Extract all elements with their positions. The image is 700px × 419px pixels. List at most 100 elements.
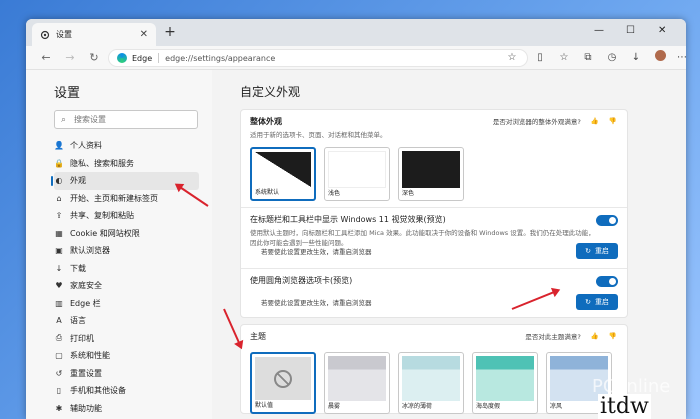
appearance-light[interactable]: 浅色 xyxy=(324,147,390,201)
theme-label: 冰凉的薄荷 xyxy=(402,403,433,410)
sidebar-item-label: 手机和其他设备 xyxy=(70,386,126,396)
sidebar-item[interactable]: ▣ 默认浏览器 xyxy=(54,242,199,260)
phone-icon: ▯ xyxy=(56,386,62,396)
sidebar-item[interactable]: 🔒 隐私、搜索和服务 xyxy=(54,155,199,173)
sidebar-item-label: 默认浏览器 xyxy=(70,246,110,256)
sidebar-list: 👤 个人资料 🔒 隐私、搜索和服务 ◐ 外观 ⌂ 开始、主页和新建标签页 ⇪ 共享、复制和粘贴 ▦ C… xyxy=(51,137,212,419)
downloads-icon[interactable]: ↓ xyxy=(628,50,644,66)
thumbs-up-icon[interactable]: 👍 xyxy=(591,332,599,340)
reset-icon: ↺ xyxy=(55,368,63,378)
new-tab-button[interactable]: + xyxy=(162,24,178,40)
sidebar-item[interactable]: ▯ 手机和其他设备 xyxy=(54,382,199,400)
url-input[interactable]: Edge edge://settings/appearance xyxy=(108,49,528,67)
sidebar-item[interactable]: ▦ Cookie 和网站权限 xyxy=(54,225,199,243)
system-icon: ▢ xyxy=(55,351,63,361)
maximize-button[interactable]: ☐ xyxy=(626,25,635,36)
theme-default[interactable]: 默认值 xyxy=(250,352,316,414)
history-icon[interactable]: ◷ xyxy=(604,50,620,66)
close-window-button[interactable]: ✕ xyxy=(658,25,666,36)
tab-settings[interactable]: 设置 ✕ xyxy=(32,23,156,46)
overall-feedback: 是否对浏览器的整体外观满意? 👍 👎 xyxy=(493,116,617,126)
sidebar-item-label: 家庭安全 xyxy=(70,281,102,291)
rounded-restart-button[interactable]: ↻ 重启 xyxy=(576,294,618,310)
thumbs-down-icon[interactable]: 👎 xyxy=(609,332,617,340)
no-theme-icon xyxy=(274,369,292,388)
thumbs-up-icon[interactable]: 👍 xyxy=(591,117,599,125)
sidebar-item[interactable]: ▥ Edge 栏 xyxy=(54,295,199,313)
thumbs-down-icon[interactable]: 👎 xyxy=(609,117,617,125)
person-icon: 👤 xyxy=(54,141,64,151)
refresh-icon: ↻ xyxy=(585,247,591,255)
sidebar-item-label: 打印机 xyxy=(70,333,94,343)
mica-restart-button[interactable]: ↻ 重启 xyxy=(576,243,618,259)
gear-icon xyxy=(40,30,50,39)
avatar[interactable] xyxy=(652,50,668,66)
appearance-card: 整体外观 适用于新的选项卡、页面、对话框和其他菜单。 是否对浏览器的整体外观满意… xyxy=(240,109,628,318)
theme-island-getaway[interactable]: 海岛度假 xyxy=(472,352,538,414)
edge-logo-icon xyxy=(117,53,127,63)
split-screen-icon[interactable]: ▯ xyxy=(532,50,548,66)
restart-label: 重启 xyxy=(594,247,609,255)
mica-desc: 使用默认主题时，向标题栏和工具栏添加 Mica 效果。此功能取决于你的设备和 W… xyxy=(250,229,595,237)
browser-icon: ▣ xyxy=(55,246,63,256)
palette-icon: ◐ xyxy=(55,176,63,186)
sidebar-item[interactable]: ⌂ 开始、主页和新建标签页 xyxy=(54,190,199,208)
overall-feedback-text: 是否对浏览器的整体外观满意? xyxy=(492,118,581,126)
theme-morning-fog[interactable]: 晨雾 xyxy=(324,352,390,414)
sidebar-item[interactable]: ✱ 辅助功能 xyxy=(54,400,199,418)
restart-label: 重启 xyxy=(594,298,609,306)
sidebar-item-label: Cookie 和网站权限 xyxy=(70,228,140,238)
rounded-title: 使用圆角浏览器选项卡(预览) xyxy=(250,276,353,285)
edge-label: Edge xyxy=(132,53,153,63)
main-panel: 自定义外观 整体外观 适用于新的选项卡、页面、对话框和其他菜单。 是否对浏览器的… xyxy=(212,70,686,419)
collections-icon[interactable]: ⧉ xyxy=(580,50,596,66)
refresh-icon: ↻ xyxy=(585,298,591,306)
settings-search-input[interactable]: ⌕ 搜索设置 xyxy=(54,110,198,129)
search-placeholder: 搜索设置 xyxy=(74,115,107,124)
printer-icon: ⎙ xyxy=(55,333,63,343)
sidebar-item[interactable]: ⎙ 打印机 xyxy=(54,330,199,348)
close-tab-icon[interactable]: ✕ xyxy=(140,29,148,40)
sidebar-item[interactable]: ↺ 重置设置 xyxy=(54,365,199,383)
theme-label: 默认值 xyxy=(255,402,274,409)
address-bar: ← → ↻ Edge edge://settings/appearance ☆ … xyxy=(26,46,686,70)
appearance-dark[interactable]: 深色 xyxy=(398,147,464,201)
forward-button[interactable]: → xyxy=(62,50,78,66)
sidebar-item-label: 隐私、搜索和服务 xyxy=(70,158,134,168)
appearance-system-default[interactable]: 系统默认 xyxy=(250,147,316,201)
sidebar-title: 设置 xyxy=(54,86,81,101)
minimize-button[interactable]: — xyxy=(594,25,604,36)
browser-window: 设置 ✕ + — ☐ ✕ ← → ↻ Edge edge://settings/… xyxy=(26,19,686,419)
sidebar-item-label: 外观 xyxy=(70,176,86,186)
sidebar-item[interactable]: A 语言 xyxy=(54,312,199,330)
rounded-tabs-toggle[interactable] xyxy=(596,276,618,287)
appearance-label: 浅色 xyxy=(328,190,341,197)
sidebar-item-label: 共享、复制和粘贴 xyxy=(70,211,134,221)
sidebar-item-label: Edge 栏 xyxy=(70,298,101,308)
favorites-icon[interactable]: ☆ xyxy=(556,50,572,66)
refresh-button[interactable]: ↻ xyxy=(86,50,102,66)
sidebar-item[interactable]: ▢ 系统和性能 xyxy=(54,347,199,365)
mica-title: 在标题栏和工具栏中显示 Windows 11 视觉效果(预览) xyxy=(250,215,446,224)
lock-icon: 🔒 xyxy=(54,158,64,168)
sidebar-item[interactable]: ⇪ 共享、复制和粘贴 xyxy=(54,207,199,225)
back-button[interactable]: ← xyxy=(38,50,54,66)
sidebar-item-label: 辅助功能 xyxy=(70,403,102,413)
theme-label: 海岛度假 xyxy=(476,403,501,410)
theme-feedback: 是否对此主题满意? 👍 👎 xyxy=(525,331,617,341)
download-icon: ↓ xyxy=(55,263,63,273)
sidebar-item[interactable]: ↓ 下载 xyxy=(54,260,199,278)
sidebar-item[interactable]: ♥ 家庭安全 xyxy=(54,277,199,295)
mica-toggle[interactable] xyxy=(596,215,618,226)
appearance-label: 系统默认 xyxy=(255,189,280,196)
rounded-restart-note: 若要使此设置更改生效，请重启浏览器 xyxy=(261,299,372,307)
more-menu-icon[interactable]: ⋯ xyxy=(674,50,686,66)
tab-title: 设置 xyxy=(56,30,72,39)
sidebar-item-label: 个人资料 xyxy=(70,141,102,151)
overall-subtitle: 适用于新的选项卡、页面、对话框和其他菜单。 xyxy=(250,131,387,139)
sidebar-item[interactable]: 👤 个人资料 xyxy=(54,137,199,155)
theme-cool-mint[interactable]: 冰凉的薄荷 xyxy=(398,352,464,414)
watermark-site: itdw xyxy=(598,394,651,419)
accessibility-icon: ✱ xyxy=(55,403,63,413)
favorite-star-icon[interactable]: ☆ xyxy=(504,50,520,66)
